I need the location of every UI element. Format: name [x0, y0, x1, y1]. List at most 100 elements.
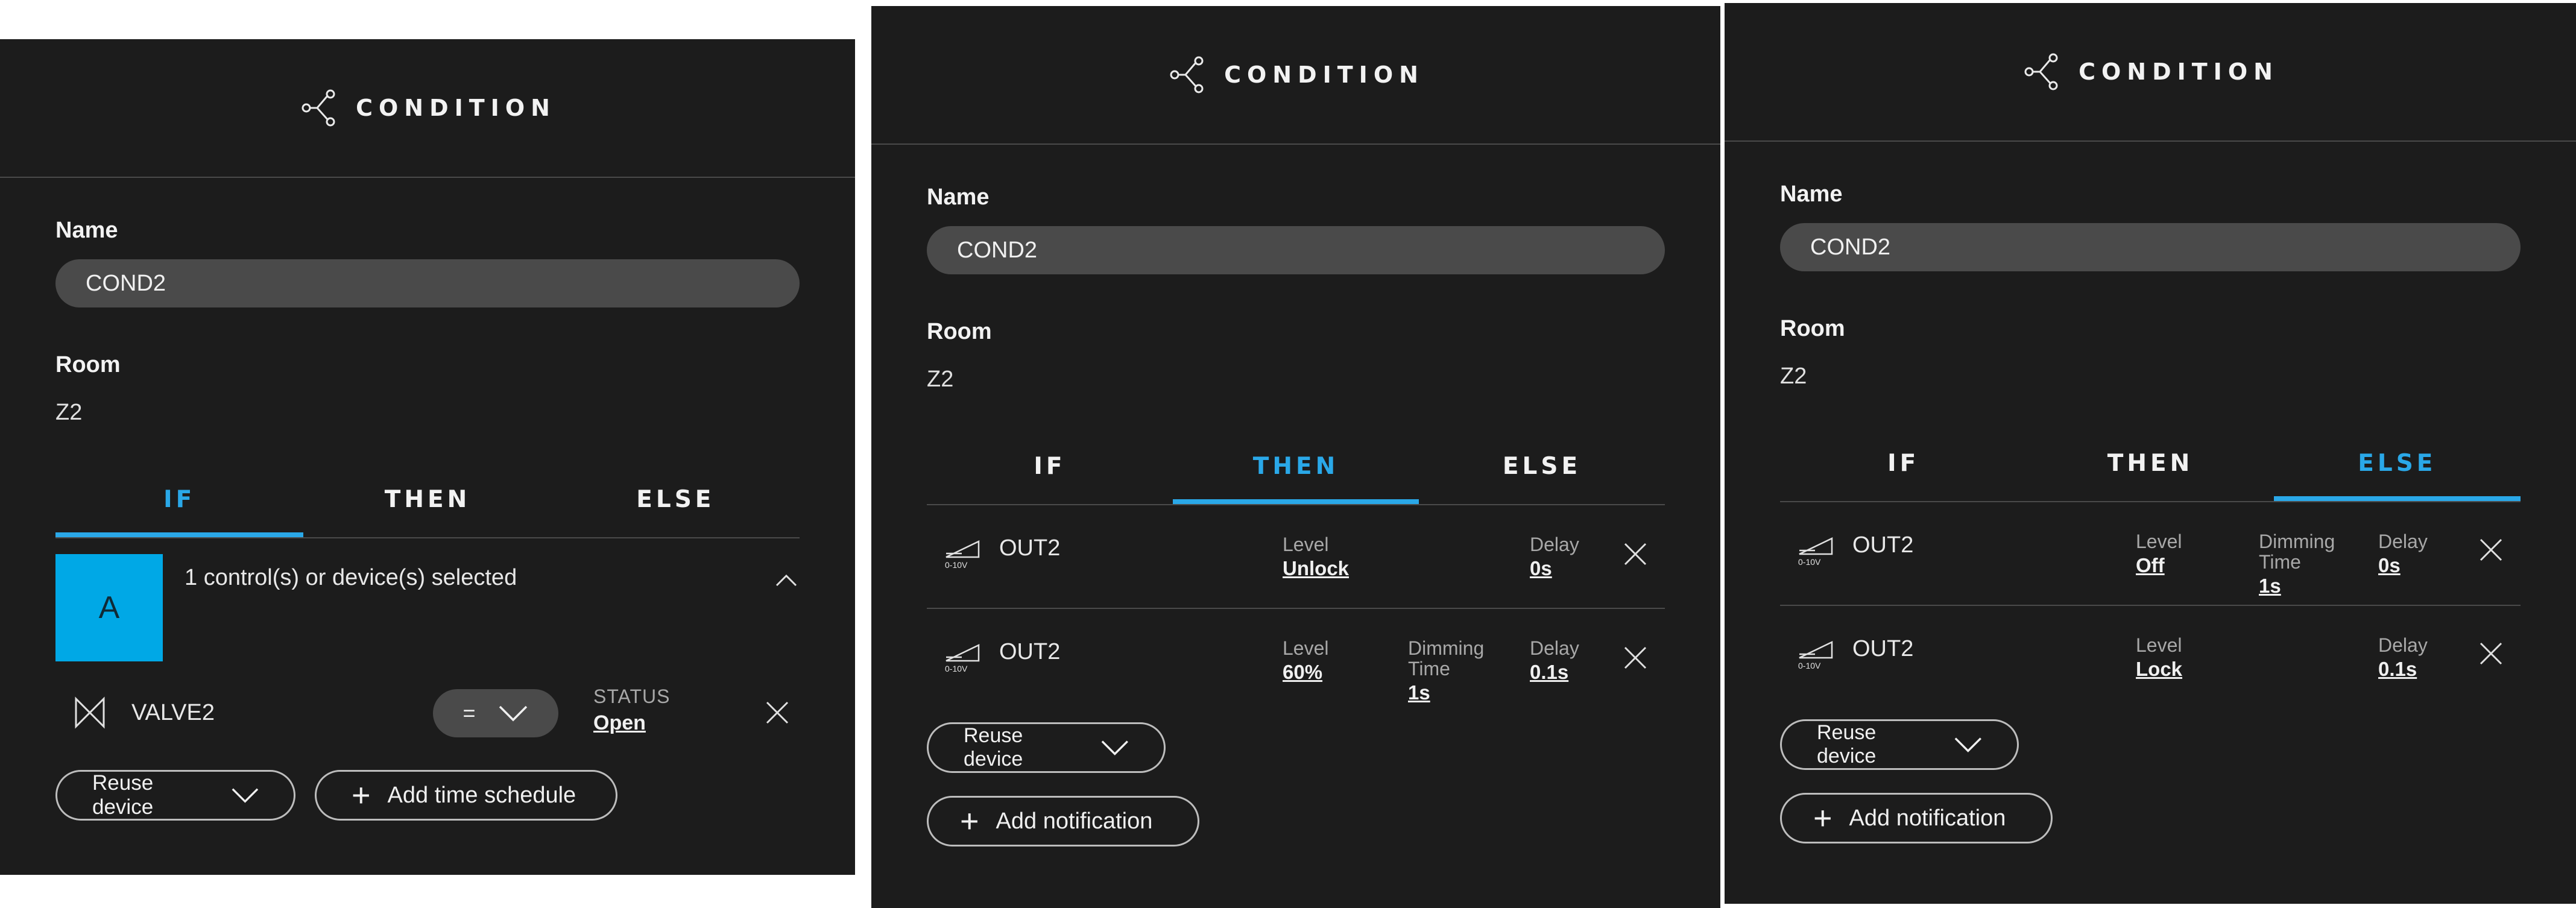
reuse-device-button[interactable]: Reuse device [927, 722, 1166, 773]
add-notification-label: Add notification [996, 808, 1153, 834]
selection-tile[interactable]: A [55, 554, 163, 661]
delay-label: Delay [2378, 634, 2428, 656]
else-actions: Reuse device + Add notification [1780, 719, 2521, 843]
level-label: Level [2136, 634, 2182, 656]
dimming-time-label: Dimming Time [1408, 637, 1485, 679]
reuse-device-button[interactable]: Reuse device [55, 770, 295, 821]
tab-if[interactable]: IF [927, 431, 1173, 504]
close-icon[interactable] [1621, 540, 1649, 568]
name-label: Name [927, 184, 990, 210]
tab-then[interactable]: THEN [303, 464, 551, 537]
add-notification-button[interactable]: + Add notification [927, 796, 1199, 847]
operator-select[interactable]: = [433, 689, 558, 737]
room-label: Room [1780, 316, 1845, 341]
name-field[interactable]: COND2 [1780, 223, 2521, 271]
reuse-device-label: Reuse device [92, 771, 154, 819]
icon-caption: 0-10V [1798, 661, 1821, 670]
close-icon[interactable] [1621, 644, 1649, 672]
condition-panel-if: CONDITION Name COND2 Room Z2 IF THEN ELS… [0, 39, 855, 875]
plus-icon: + [960, 803, 979, 839]
tab-else[interactable]: ELSE [552, 464, 800, 537]
condition-tabs: IF THEN ELSE [927, 431, 1665, 505]
tab-else[interactable]: ELSE [2273, 428, 2521, 501]
tab-then[interactable]: THEN [2027, 428, 2273, 501]
action-row: 0-10V OUT2 Level 60% Dimming Time 1s Del… [927, 609, 1665, 711]
delay-block: Delay 0.1s [1530, 638, 1579, 684]
plus-icon: + [352, 777, 371, 813]
room-value: Z2 [1780, 364, 1807, 389]
action-row: 0-10V OUT2 Level Lock Delay 0.1s [1780, 606, 2521, 708]
delay-value-link[interactable]: 0s [2378, 554, 2428, 577]
device-name: OUT2 [1852, 636, 1914, 661]
delay-value-link[interactable]: 0s [1530, 557, 1579, 580]
if-actions: Reuse device + Add time schedule [55, 770, 800, 821]
panel-title: CONDITION [356, 95, 556, 121]
device-name: OUT2 [999, 535, 1061, 561]
room-value: Z2 [55, 400, 83, 425]
name-field[interactable]: COND2 [55, 259, 800, 307]
room-label: Room [927, 319, 992, 344]
condition-tabs: IF THEN ELSE [55, 464, 800, 538]
dimmer-0-10v-icon: 0-10V [945, 644, 980, 673]
status-block: STATUS Open [593, 686, 670, 735]
delay-value-link[interactable]: 0.1s [1530, 661, 1579, 684]
name-field[interactable]: COND2 [927, 226, 1665, 274]
reuse-device-button[interactable]: Reuse device [1780, 719, 2019, 770]
level-block: Level Off [2136, 531, 2182, 577]
delay-block: Delay 0s [2378, 531, 2428, 577]
dimmer-0-10v-icon: 0-10V [1798, 641, 1833, 670]
panel-title: CONDITION [1224, 61, 1424, 88]
chevron-down-icon [1955, 737, 1982, 752]
add-notification-button[interactable]: + Add notification [1780, 793, 2053, 843]
level-value-link[interactable]: Lock [2136, 658, 2182, 681]
panel-header: CONDITION [0, 39, 855, 178]
close-icon[interactable] [2477, 640, 2505, 667]
name-label: Name [55, 218, 118, 243]
dimmer-0-10v-icon: 0-10V [1798, 537, 1833, 566]
selection-summary: A 1 control(s) or device(s) selected [55, 554, 800, 663]
panel-header: CONDITION [1725, 3, 2576, 142]
name-label: Name [1780, 181, 1843, 207]
tab-if[interactable]: IF [1780, 428, 2027, 501]
dimming-time-value-link[interactable]: 1s [1408, 681, 1498, 704]
tab-else[interactable]: ELSE [1419, 431, 1665, 504]
status-label: STATUS [593, 686, 671, 707]
level-block: Level Unlock [1283, 534, 1349, 580]
dimming-time-value-link[interactable]: 1s [2259, 575, 2349, 597]
icon-caption: 0-10V [945, 560, 968, 569]
action-row: 0-10V OUT2 Level Off Dimming Time 1s Del… [1780, 502, 2521, 606]
chevron-down-icon [232, 788, 259, 803]
chevron-down-icon [499, 705, 527, 722]
branch-node-icon [1167, 55, 1207, 95]
level-label: Level [2136, 531, 2182, 552]
dimming-time-block: Dimming Time 1s [2259, 531, 2349, 597]
chevron-up-icon[interactable] [773, 567, 800, 594]
level-block: Level 60% [1283, 638, 1329, 684]
add-time-schedule-label: Add time schedule [387, 782, 576, 808]
close-icon[interactable] [2477, 536, 2505, 564]
room-value: Z2 [927, 367, 954, 392]
device-name: OUT2 [999, 639, 1061, 664]
icon-caption: 0-10V [945, 664, 968, 673]
status-value-link[interactable]: Open [593, 711, 670, 735]
panel-title: CONDITION [2079, 58, 2279, 85]
tab-then[interactable]: THEN [1173, 431, 1419, 504]
add-time-schedule-button[interactable]: + Add time schedule [315, 770, 617, 821]
close-icon[interactable] [763, 699, 791, 727]
valve-icon [75, 696, 105, 729]
level-value-link[interactable]: Unlock [1283, 557, 1349, 580]
level-value-link[interactable]: Off [2136, 554, 2182, 577]
panel-header: CONDITION [871, 6, 1720, 145]
tab-if[interactable]: IF [55, 464, 304, 537]
reuse-device-label: Reuse device [964, 724, 1023, 771]
condition-panel-then: CONDITION Name COND2 Room Z2 IF THEN ELS… [871, 6, 1720, 908]
if-device-row: VALVE2 = STATUS Open [55, 679, 800, 746]
level-label: Level [1283, 637, 1329, 659]
action-row: 0-10V OUT2 Level Unlock Delay 0s [927, 505, 1665, 609]
device-name: OUT2 [1852, 532, 1914, 558]
delay-block: Delay 0s [1530, 534, 1579, 580]
level-block: Level Lock [2136, 635, 2182, 681]
delay-value-link[interactable]: 0.1s [2378, 658, 2428, 681]
level-value-link[interactable]: 60% [1283, 661, 1329, 684]
branch-node-icon [299, 88, 339, 128]
